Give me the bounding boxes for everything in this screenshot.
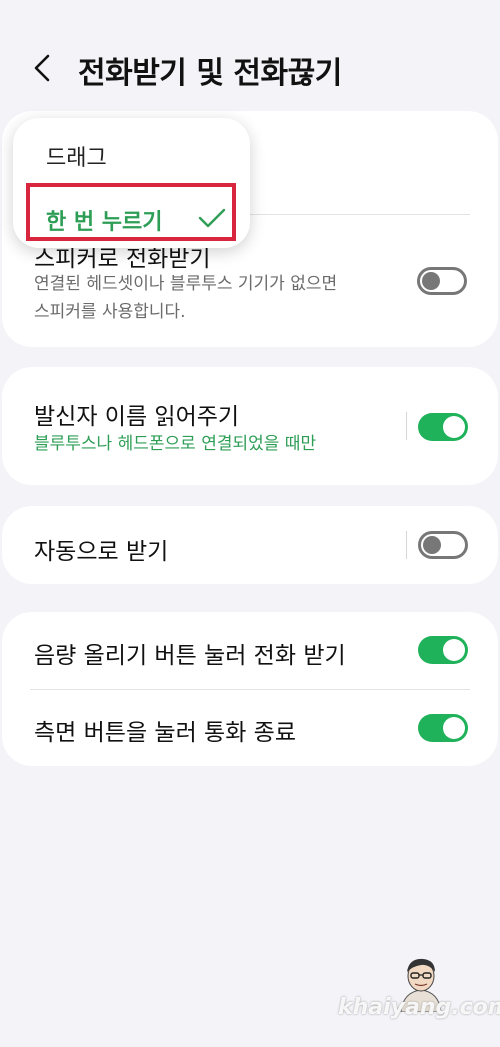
option-drag[interactable]: 드래그 <box>46 140 107 172</box>
button-settings-card: 음량 올리기 버튼 눌러 전화 받기 측면 버튼을 눌러 통화 종료 <box>2 612 498 766</box>
watermark-text: khaiyang.com <box>338 995 500 1020</box>
vertical-divider <box>406 531 407 559</box>
volume-up-answer-toggle[interactable] <box>418 636 468 664</box>
side-key-end-title[interactable]: 측면 버튼을 눌러 통화 종료 <box>34 713 296 747</box>
auto-answer-title[interactable]: 자동으로 받기 <box>34 532 168 566</box>
vertical-divider <box>406 412 407 440</box>
toggle-knob <box>443 717 465 739</box>
app-header: 전화받기 및 전화끊기 <box>0 30 500 106</box>
read-caller-toggle[interactable] <box>418 413 468 441</box>
back-arrow-icon[interactable] <box>30 52 58 84</box>
read-caller-card: 발신자 이름 읽어주기 블루투스나 헤드폰으로 연결되었을 때만 <box>2 367 498 485</box>
speaker-answer-line2: 스피커를 사용합니다. <box>34 302 186 322</box>
read-caller-title[interactable]: 발신자 이름 읽어주기 <box>34 397 239 431</box>
auto-answer-toggle[interactable] <box>418 531 468 559</box>
volume-up-answer-title[interactable]: 음량 올리기 버튼 눌러 전화 받기 <box>34 636 346 670</box>
highlight-box <box>26 183 236 241</box>
toggle-knob <box>422 272 440 290</box>
speaker-answer-toggle[interactable] <box>417 267 467 295</box>
read-caller-description: 블루투스나 헤드폰으로 연결되었을 때만 <box>34 434 317 454</box>
toggle-knob <box>443 416 465 438</box>
divider <box>30 689 470 690</box>
toggle-knob <box>443 639 465 661</box>
auto-answer-card: 자동으로 받기 <box>2 506 498 584</box>
page-title: 전화받기 및 전화끊기 <box>78 56 342 91</box>
side-key-end-toggle[interactable] <box>418 714 468 742</box>
speaker-answer-line1: 연결된 헤드셋이나 블루투스 기기가 없으면 <box>34 274 338 294</box>
toggle-knob <box>423 536 441 554</box>
